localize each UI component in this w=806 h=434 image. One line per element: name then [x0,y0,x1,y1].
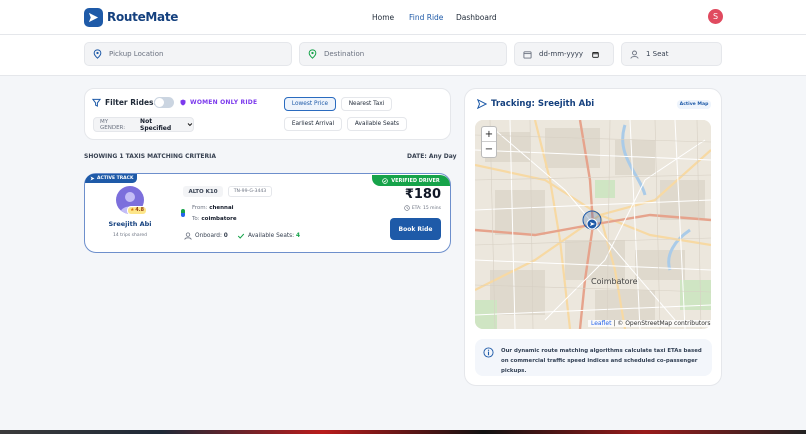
tracking-title-text: Tracking: Sreejith Abi [491,99,595,109]
osm-attribution[interactable]: | © OpenStreetMap contributors [613,320,710,327]
destination-placeholder: Destination [324,50,365,58]
to-value: coimbatore [201,216,237,222]
eta-text: ETA: 15 mins [411,205,441,211]
onboard-label: Onboard: [195,233,222,239]
driver-rating: ★ 4.8 [127,206,147,215]
results-date: DATE: Any Day [407,153,457,160]
seats-select[interactable]: 1 Seat [621,42,722,66]
footer-strip [0,430,806,434]
clock-icon [404,205,410,211]
from-value: chennai [209,205,234,211]
map-tiles: Coimbatore [475,120,711,329]
zoom-control: + − [481,126,497,158]
filter-title-text: Filter Rides: [105,98,157,107]
verified-driver-text: VERIFIED DRIVER [391,177,440,184]
check-icon [237,233,245,239]
onboard-info: Onboard: 0 [184,232,228,240]
leaflet-link[interactable]: Leaflet [591,320,611,327]
sort-earliest-arrival[interactable]: Earliest Arrival [284,117,342,131]
to-label: To: [192,216,200,222]
users-icon [184,232,192,240]
route-from: From: chennai [192,205,234,211]
destination-input[interactable]: Destination [299,42,507,66]
navigation-icon [90,176,95,181]
map-city-label: Coimbatore [591,277,638,286]
active-track-badge: ACTIVE TRACK [85,174,137,183]
sort-lowest-price[interactable]: Lowest Price [284,97,336,111]
gender-select[interactable]: MY GENDER: Not Specified [93,117,194,132]
navigation-icon [477,99,487,109]
location-pin-icon [308,49,317,59]
info-icon [483,347,494,358]
top-navbar: RouteMate Home Find Ride Dashboard S [0,0,806,35]
seats-value: 4 [295,233,301,239]
results-count: SHOWING 1 TAXIS MATCHING CRITERIA [84,153,217,160]
zoom-out-button[interactable]: − [482,142,496,157]
driver-trips: 14 trips shared [113,233,147,238]
chevron-down-icon [187,123,193,127]
seats-value: 1 Seat [646,50,669,58]
ride-price: ₹180 [404,187,441,202]
date-placeholder: dd-mm-yyyy [539,50,584,58]
driver-name: Sreejith Abi [108,220,152,228]
sort-nearest-taxi[interactable]: Nearest Taxi [341,97,392,111]
seats-label: Available Seats: [248,233,295,239]
rating-value: 4.8 [135,208,144,213]
star-icon: ★ [130,208,135,213]
calendar-icon [523,50,532,59]
pickup-placeholder: Pickup Location [109,50,164,58]
location-pin-icon [93,49,102,59]
gender-label: MY GENDER: [100,118,126,131]
shield-check-icon [382,177,388,184]
filter-title: Filter Rides: [92,98,157,107]
date-input[interactable]: dd-mm-yyyy [514,42,614,66]
pickup-input[interactable]: Pickup Location [84,42,292,66]
verified-driver-badge: VERIFIED DRIVER [372,175,450,186]
women-only-toggle[interactable] [154,97,174,108]
onboard-value: 0 [223,233,228,239]
route-to: To: coimbatore [192,216,237,222]
shield-icon [180,99,186,106]
tracking-title: Tracking: Sreejith Abi [477,99,594,109]
brand-name[interactable]: RouteMate [107,10,178,24]
user-icon [630,50,639,59]
women-only-label: WOMEN ONLY RIDE [180,99,257,106]
date-picker-icon[interactable] [592,51,599,58]
search-bar: Pickup Location Destination dd-mm-yyyy 1… [0,35,806,76]
logo-icon[interactable] [84,8,103,27]
available-seats-info: Available Seats: 4 [237,232,300,240]
nav-home[interactable]: Home [372,13,394,22]
nav-find-ride[interactable]: Find Ride [409,13,443,22]
from-label: From: [192,205,208,211]
ride-eta: ETA: 15 mins [400,205,441,211]
active-track-text: ACTIVE TRACK [97,176,134,181]
map-view[interactable]: Coimbatore [475,120,711,329]
active-map-badge: Active Map [677,100,711,109]
sort-available-seats[interactable]: Available Seats [347,117,407,131]
gender-value: Not Specified [140,117,172,132]
filter-icon [92,98,101,107]
map-attribution: Leaflet | © OpenStreetMap contributors [588,320,714,327]
info-note-text: Our dynamic route matching algorithms ca… [501,348,702,374]
zoom-in-button[interactable]: + [482,127,496,142]
filter-card [84,88,451,140]
women-only-text: WOMEN ONLY RIDE [190,99,258,106]
route-indicator [181,209,185,217]
nav-dashboard[interactable]: Dashboard [456,13,497,22]
car-model: ALTO K10 [183,186,223,197]
user-avatar[interactable]: S [708,9,723,24]
car-plate: TN-99-G-3443 [228,186,272,197]
book-ride-button[interactable]: Book Ride [390,218,441,240]
